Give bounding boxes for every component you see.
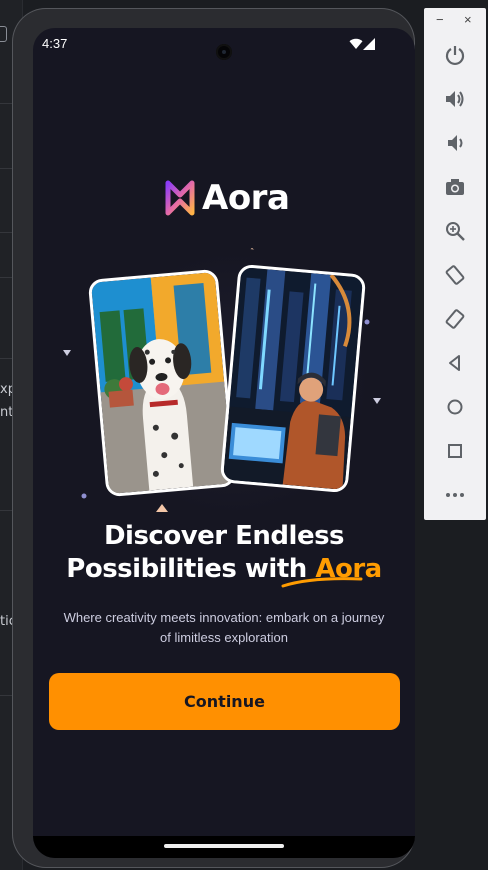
more-icon [446,493,464,497]
zoom-icon [446,222,465,241]
continue-button[interactable]: Continue [49,673,400,730]
overview-button[interactable] [442,438,468,464]
volume-down-icon [448,135,463,151]
power-icon [445,46,465,66]
headline-prefix: Possibilities with [66,554,316,584]
status-bar: 4:37 [33,28,415,60]
screenshot-button[interactable] [442,174,468,200]
more-button[interactable] [442,482,468,508]
emulator-device-frame: 4:37 Aora Discover Endless Possibilities… [12,8,415,868]
wifi-icon [349,38,363,49]
onboarding-subtext: Where creativity meets innovation: embar… [63,610,385,645]
dalmatian-photo-card [87,268,237,498]
volume-down-button[interactable] [442,130,468,156]
overview-icon [448,444,462,458]
desktop-tab-chip [0,26,7,42]
home-icon [447,399,463,415]
cyberpunk-photo-card [219,263,367,494]
hero-illustration [53,238,395,528]
signal-icon [363,38,375,50]
volume-up-button[interactable] [442,86,468,112]
camera-icon [446,179,464,195]
emulator-toolbar: − × [424,8,486,520]
app-screen: 4:37 Aora Discover Endless Possibilities… [33,28,415,858]
headline-line-1: Discover Endless [103,521,345,551]
volume-up-icon [446,91,464,107]
rotate-right-icon [445,309,465,329]
minimize-button[interactable]: − [436,12,444,27]
front-camera [216,44,232,60]
back-icon [449,355,460,371]
rotate-left-icon [445,265,465,285]
logo-text: Aora [202,178,290,218]
power-button[interactable] [442,42,468,68]
home-button[interactable] [442,394,468,420]
zoom-button[interactable] [442,218,468,244]
cyberpunk-photo [222,267,364,490]
accent-underline-stroke [281,577,363,588]
close-button[interactable]: × [464,12,472,27]
back-button[interactable] [442,350,468,376]
dalmatian-photo [90,271,234,495]
rotate-right-button[interactable] [442,306,468,332]
logo-icon [165,180,195,216]
app-logo: Aora [164,178,294,218]
rotate-left-button[interactable] [442,262,468,288]
status-time: 4:37 [42,36,68,51]
home-gesture-handle[interactable] [164,844,284,848]
